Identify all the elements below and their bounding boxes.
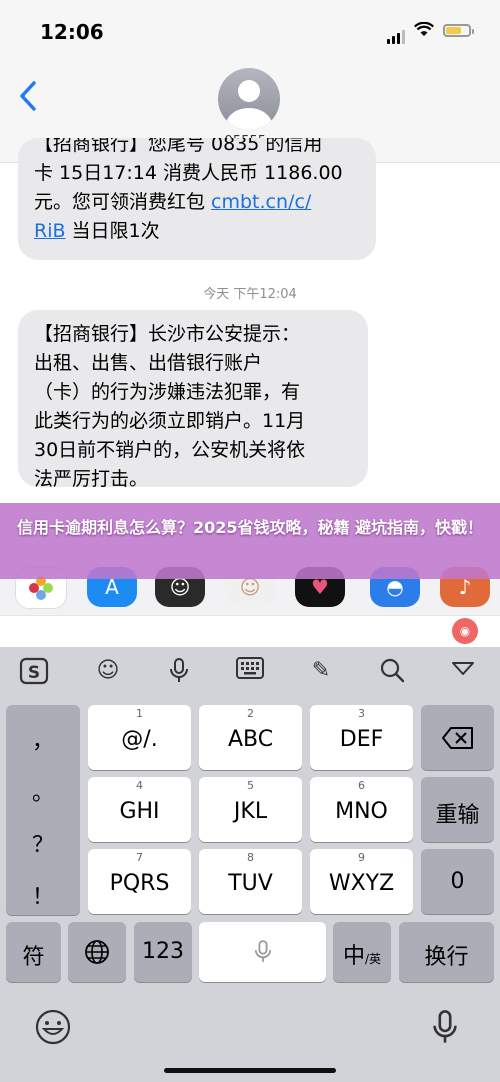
message-line: 30日前不销户的，公安机关将依 [34, 439, 306, 461]
avatar: ◉ [452, 618, 478, 644]
message-line: 卡 15日17:14 消费人民币 1186.00 [34, 162, 343, 184]
message-link[interactable]: cmbt.cn/c/ [211, 191, 311, 213]
message-text: 元。您可领消费红包 [34, 191, 212, 213]
emoji-icon[interactable]: ☺ [91, 657, 125, 685]
key-number: 6 [358, 779, 365, 792]
dictation-mic-icon[interactable] [432, 1008, 458, 1050]
message-link[interactable]: RiB [34, 220, 66, 242]
message-line: RiB 当日限1次 [34, 217, 360, 246]
key-number: 3 [358, 707, 365, 720]
svg-text:S: S [28, 663, 40, 683]
key-0[interactable]: 0 [421, 849, 494, 914]
symbol-button[interactable]: 符 [6, 922, 61, 982]
punct-period[interactable]: 。 [6, 775, 80, 807]
space-bar[interactable] [199, 922, 326, 982]
punct-exclaim[interactable]: ！ [6, 879, 80, 911]
emoji-icon[interactable] [34, 1008, 72, 1050]
key-number: 7 [136, 851, 143, 864]
key-label: 123 [142, 939, 184, 964]
message-line: 法严厉打击。 [34, 468, 149, 490]
globe-icon [85, 940, 109, 964]
key-number: 4 [136, 779, 143, 792]
key-sublabel: /英 [364, 952, 382, 966]
status-bar: 12:06 [0, 0, 500, 62]
key-label: 中 [342, 944, 365, 969]
message-line: 此类行为的必须立即销户。11月 [34, 410, 306, 432]
message-bubble: 【招商银行】您尾号 0835 的信用 卡 15日17:14 消费人民币 1186… [18, 138, 376, 260]
avatar[interactable] [218, 68, 280, 130]
chevron-left-icon[interactable] [18, 80, 38, 121]
punctuation-column[interactable]: ， 。 ？ ！ [6, 705, 80, 915]
key-number: 1 [136, 707, 143, 720]
collapse-icon[interactable] [446, 657, 480, 685]
keyboard-toolbar: S ☺ ✎ [0, 647, 500, 695]
key-9[interactable]: 9 WXYZ [310, 849, 413, 914]
punct-comma[interactable]: ， [6, 723, 80, 755]
key-8[interactable]: 8 TUV [199, 849, 302, 914]
key-5[interactable]: 5 JKL [199, 777, 302, 842]
message-line: 出租、出售、出借银行账户 [34, 352, 263, 374]
sogou-icon[interactable]: S [17, 657, 51, 685]
message-line: 【招商银行】您尾号 0835 的信用 [34, 138, 323, 155]
key-7[interactable]: 7 PQRS [88, 849, 191, 914]
reinput-button[interactable]: 重输 [421, 777, 494, 842]
punct-question[interactable]: ？ [6, 827, 80, 859]
mic-icon [254, 940, 271, 962]
message-line: 【招商银行】长沙市公安提示： [34, 323, 301, 345]
key-number: 8 [247, 851, 254, 864]
message-bubble: 【招商银行】长沙市公安提示： 出租、出售、出借银行账户 （卡）的行为涉嫌违法犯罪… [18, 310, 368, 490]
handwrite-icon[interactable]: ✎ [304, 657, 338, 685]
key-number: 5 [247, 779, 254, 792]
key-number: 2 [247, 707, 254, 720]
key-label: 符 [22, 945, 45, 970]
key-number: 9 [358, 851, 365, 864]
status-time: 12:06 [40, 20, 104, 44]
key-4[interactable]: 4 GHI [88, 777, 191, 842]
key-6[interactable]: 6 MNO [310, 777, 413, 842]
key-2[interactable]: 2 ABC [199, 705, 302, 770]
message-text: 当日限1次 [65, 220, 160, 242]
key-label: 换行 [424, 945, 469, 970]
message-line: （卡）的行为涉嫌违法犯罪，有 [34, 381, 301, 403]
keyboard-icon[interactable] [233, 657, 267, 685]
key-label: 重输 [435, 803, 480, 828]
key-label: @/. [121, 727, 158, 752]
search-icon[interactable] [375, 657, 409, 685]
language-toggle-button[interactable]: 中/英 [333, 922, 391, 982]
wifi-icon [414, 21, 434, 42]
key-label: JKL [233, 799, 268, 824]
key-label: GHI [119, 799, 160, 824]
timestamp: 今天 下午12:04 [203, 287, 297, 302]
key-3[interactable]: 3 DEF [310, 705, 413, 770]
key-label: WXYZ [328, 871, 395, 896]
key-label: DEF [339, 727, 384, 752]
message-input[interactable] [0, 615, 500, 648]
key-label: 0 [450, 869, 465, 894]
home-indicator [164, 1068, 336, 1073]
signal-icon [387, 25, 407, 44]
delete-button[interactable] [421, 705, 494, 770]
newline-button[interactable]: 换行 [399, 922, 494, 982]
key-label: PQRS [109, 871, 170, 896]
key-1[interactable]: 1 @/. [88, 705, 191, 770]
message-line: 元。您可领消费红包 cmbt.cn/c/ [34, 188, 360, 217]
globe-button[interactable] [68, 922, 126, 982]
number-mode-button[interactable]: 123 [134, 922, 192, 982]
banner-text[interactable]: 信用卡逾期利息怎么算？2025省钱攻略，秘籍 避坑指南，快戳！ [10, 515, 490, 541]
key-label: MNO [335, 799, 388, 824]
ad-banner[interactable]: 信用卡逾期利息怎么算？2025省钱攻略，秘籍 避坑指南，快戳！ [0, 503, 500, 579]
key-label: ABC [227, 727, 274, 752]
battery-icon [443, 24, 474, 37]
key-label: TUV [228, 871, 273, 896]
mic-icon[interactable] [162, 657, 196, 685]
